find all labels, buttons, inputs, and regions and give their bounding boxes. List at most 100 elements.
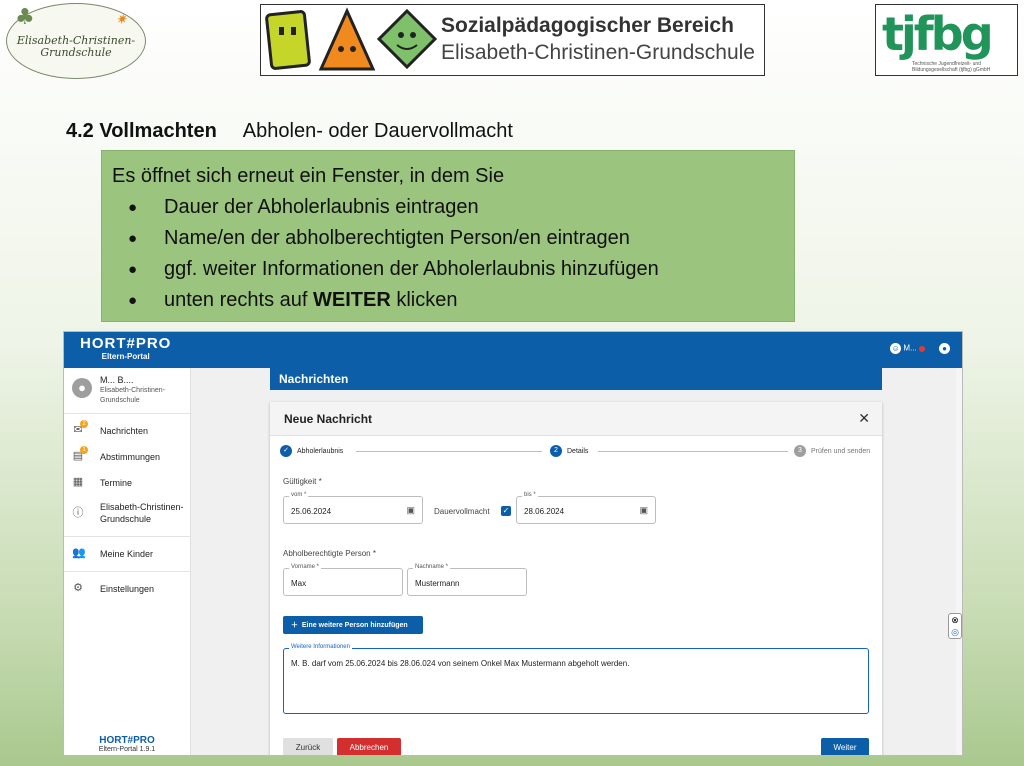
sidebar-divider [64,571,190,572]
avatar: ● [72,378,92,398]
sidebar-footer: HORT#PRO Eltern-Portal 1.9.1 [64,735,190,753]
tree-icon: ♣ [15,5,35,30]
sidebar-item-nachrichten[interactable]: ✉ 2 Nachrichten [64,418,190,444]
sidebar-item-meine-kinder[interactable]: 👥 Meine Kinder [64,541,190,567]
child-switch[interactable]: ☺ M... [890,343,925,354]
user-school: Elisabeth-Christinen-Grundschule [100,387,165,404]
calendar-icon: ▦ [72,476,84,488]
app-brand[interactable]: HORT#PRO Eltern-Portal [80,335,171,361]
step-number: 2 [550,445,562,457]
sidebar-item-termine[interactable]: ▦ Termine [64,470,190,496]
section-title: Nachrichten [270,368,882,390]
user-card: ● M... B.... Elisabeth-Christinen-Grunds… [64,368,190,414]
check-icon: ✓ [280,445,292,457]
from-date-label: vom * [289,492,309,498]
firstname-value: Max [291,579,307,588]
permanent-checkbox[interactable]: ✓ [501,506,511,516]
add-person-button[interactable]: ＋ Eine weitere Person hinzufügen [283,616,423,634]
back-button[interactable]: Zurück [283,738,333,755]
info-label: Weitere Informationen [289,644,352,650]
info-textarea[interactable]: Weitere Informationen M. B. darf vom 25.… [283,644,869,714]
add-person-label: Eine weitere Person hinzufügen [301,622,408,629]
step-label: Prüfen und senden [811,447,871,455]
info-value: M. B. darf vom 25.06.2024 bis 28.06.024 … [291,659,630,668]
sidebar-item-einstellungen[interactable]: ⚙ Einstellungen [64,576,190,602]
validity-label: Gültigkeit * [283,477,322,486]
step-abholerlaubnis[interactable]: ✓ Abholerlaubnis [280,445,343,457]
nachrichten-badge: 2 [80,420,88,428]
status-dot-icon [919,345,925,352]
next-button[interactable]: Weiter [821,738,869,755]
step-pruefen[interactable]: 3 Prüfen und senden [794,445,870,457]
floating-widget[interactable]: ⊗ ◎ [948,613,962,639]
step-label: Details [567,447,589,455]
instruction-item: Name/en der abholberechtigten Person/en … [112,223,794,254]
slide-heading: 4.2 Vollmachten Abholen- oder Dauervollma… [66,120,513,143]
from-date-value: 25.06.2024 [291,507,332,516]
app-window: HORT#PRO Eltern-Portal ☺ M... ● ● M... B… [63,331,963,756]
lastname-label: Nachname * [413,564,451,570]
instruction-item-post: klicken [390,289,458,311]
tjfbg-logo-caption: Technische Jugendfreizeit- und Bildungsg… [912,61,991,73]
calendar-icon[interactable]: ▣ [639,505,648,516]
person-label: Abholberechtigte Person * [283,549,376,558]
footer-brand: HORT#PRO [99,735,155,746]
target-icon[interactable]: ◎ [949,626,961,638]
sidebar-item-school[interactable]: ⓘ Elisabeth-Christinen-Grundschule [64,496,190,530]
lastname-field[interactable]: Nachname * Mustermann [407,564,527,596]
banner: Sozialpädagogischer Bereich Elisabeth-Ch… [260,4,765,76]
instruction-intro: Es öffnet sich erneut ein Fenster, in de… [112,165,505,187]
step-connector [356,451,542,452]
from-date-field[interactable]: vom * 25.06.2024 ▣ [283,492,423,524]
topbar-actions: ☺ M... ● [890,343,950,354]
sidebar-item-label: Einstellungen [100,584,155,594]
banner-title: Sozialpädagogischer Bereich [441,14,734,37]
close-icon[interactable]: ✕ [858,410,870,427]
cancel-button[interactable]: Abbrechen [337,738,401,755]
scrollbar[interactable] [956,368,962,755]
lastname-value: Mustermann [415,579,460,588]
gear-icon: ⚙ [73,582,83,594]
to-date-value: 28.06.2024 [524,507,565,516]
sidebar-item-label: Elisabeth-Christinen-Grundschule [100,502,184,524]
sidebar-item-label: Meine Kinder [100,549,154,559]
banner-subtitle: Elisabeth-Christinen-Grundschule [441,41,755,64]
instruction-item: Dauer der Abholerlaubnis eintragen [112,192,794,223]
sidebar-item-label: Abstimmungen [100,452,161,462]
sidebar-item-label: Nachrichten [100,426,149,436]
step-details[interactable]: 2 Details [550,445,588,457]
instruction-list: Dauer der Abholerlaubnis eintragen Name/… [112,192,794,316]
firstname-field[interactable]: Vorname * Max [283,564,403,596]
close-circle-icon[interactable]: ⊗ [949,614,961,626]
instruction-item-bold: WEITER [312,289,391,311]
footer-version: Eltern-Portal 1.9.1 [98,746,156,753]
firstname-label: Vorname * [289,564,322,570]
heading-number: 4.2 Vollmachten [66,120,217,142]
banner-shapes-logo [261,5,441,75]
tjfbg-logo: tjfbg Technische Jugendfreizeit- und Bil… [875,4,1018,76]
sidebar-item-label: Termine [100,478,133,488]
top-user-name: M... [903,343,917,353]
tjfbg-logo-mark: tjfbg [882,7,994,61]
account-icon[interactable]: ● [939,343,950,354]
child-face-icon: ☺ [890,343,902,354]
sun-icon: ✷ [115,12,127,28]
step-label: Abholerlaubnis [297,447,344,455]
instruction-item: unten rechts auf WEITER klicken [112,285,794,316]
brand-name: HORT#PRO [80,335,172,352]
dialog-title: Neue Nachricht [284,412,373,426]
sidebar-item-abstimmungen[interactable]: ▤ 1 Abstimmungen [64,444,190,470]
instruction-item-pre: unten rechts auf [164,289,313,311]
app-topbar: HORT#PRO Eltern-Portal ☺ M... ● [64,332,962,368]
sidebar-divider [64,536,190,537]
calendar-icon[interactable]: ▣ [406,505,415,516]
people-icon: 👥 [72,547,86,559]
plus-icon: ＋ [291,622,298,629]
to-date-field[interactable]: bis * 28.06.2024 ▣ [516,492,656,524]
instruction-item: ggf. weiter Informationen der Abholerlau… [112,254,794,285]
step-number: 3 [794,445,806,457]
dialog-header: Neue Nachricht ✕ [270,402,882,436]
school-logo: ♣ ✷ Elisabeth-Christinen- Grundschule [6,3,146,79]
heading-subtitle: Abholen- oder Dauervollmacht [242,120,513,142]
sidebar: ● M... B.... Elisabeth-Christinen-Grunds… [64,368,191,755]
